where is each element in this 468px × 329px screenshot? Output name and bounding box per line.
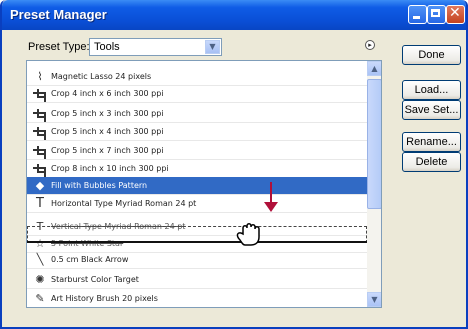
list-scrollbar[interactable]: ▲ ▼	[367, 61, 381, 307]
row-divider	[27, 140, 367, 141]
maximize-button[interactable]	[427, 5, 446, 24]
scroll-down-icon[interactable]: ▼	[367, 292, 381, 307]
panel-menu-icon[interactable]: ▸	[365, 40, 375, 50]
preset-list-item[interactable]: Crop 8 inch x 10 inch 300 ppi	[27, 160, 367, 178]
crop-icon	[33, 107, 47, 123]
row-divider	[27, 268, 367, 269]
preset-list-item[interactable]: Crop 5 inch x 3 inch 300 ppi	[27, 105, 367, 123]
rename-button[interactable]: Rename...	[402, 132, 461, 152]
scroll-thumb[interactable]	[367, 79, 381, 209]
minimize-icon	[413, 16, 420, 19]
drag-direction-arrow	[270, 182, 272, 204]
preset-list-item[interactable]: T Horizontal Type Myriad Roman 24 pt	[27, 195, 367, 213]
delete-button[interactable]: Delete	[402, 152, 461, 172]
crop-icon	[33, 144, 47, 160]
preset-name: Crop 5 inch x 4 inch 300 ppi	[51, 127, 164, 136]
load-button[interactable]: Load...	[402, 80, 461, 100]
minimize-button[interactable]	[408, 5, 427, 24]
maximize-icon	[431, 9, 440, 17]
drop-insertion-line	[27, 241, 367, 243]
crop-icon	[33, 87, 47, 103]
preset-type-select[interactable]: Tools ▼	[89, 38, 222, 56]
row-divider	[27, 102, 367, 103]
paint-bucket-icon: ◆	[35, 179, 45, 192]
preset-type-value: Tools	[94, 41, 120, 53]
preset-list-item[interactable]: ✎ Art History Brush 20 pixels	[27, 290, 367, 308]
preset-name: Crop 5 inch x 3 inch 300 ppi	[51, 109, 164, 118]
preset-name: Fill with Bubbles Pattern	[51, 181, 148, 190]
preset-name: Magnetic Lasso 24 pixels	[51, 72, 152, 81]
row-divider	[27, 288, 367, 289]
preset-name: Crop 8 inch x 10 inch 300 ppi	[51, 164, 169, 173]
title-bar: Preset Manager ✕	[2, 0, 466, 30]
preset-name: Crop 4 inch x 6 inch 300 ppi	[51, 89, 164, 98]
preset-name: 0.5 cm Black Arrow	[51, 255, 129, 264]
chevron-down-icon[interactable]: ▼	[205, 40, 220, 54]
grab-hand-cursor-icon	[236, 223, 260, 246]
scroll-up-icon[interactable]: ▲	[367, 61, 381, 76]
preset-type-label: Preset Type:	[28, 41, 90, 53]
preset-list-item[interactable]: ╲ 0.5 cm Black Arrow	[27, 251, 367, 269]
lasso-icon: ⌇	[37, 70, 43, 83]
crop-icon	[33, 125, 47, 141]
close-button[interactable]: ✕	[446, 5, 465, 24]
arrow-down-icon	[264, 202, 278, 212]
preset-name: Crop 5 inch x 7 inch 300 ppi	[51, 146, 164, 155]
preset-name: Starburst Color Target	[51, 275, 139, 284]
done-button[interactable]: Done	[402, 45, 461, 65]
preset-list-item[interactable]: ✺ Starburst Color Target	[27, 271, 367, 289]
preset-manager-window: Preset Manager ✕ Preset Type: Tools ▼ ▸ …	[0, 0, 468, 329]
preset-list[interactable]: ⌇ Magnetic Lasso 24 pixels Crop 4 inch x 6…	[26, 60, 382, 308]
preset-list-item[interactable]: Crop 5 inch x 4 inch 300 ppi	[27, 123, 367, 141]
crop-icon	[33, 162, 47, 178]
preset-name: Horizontal Type Myriad Roman 24 pt	[51, 199, 197, 208]
preset-list-item[interactable]: ⌇ Magnetic Lasso 24 pixels	[27, 68, 367, 86]
close-icon: ✕	[449, 5, 461, 21]
row-divider	[27, 307, 367, 308]
preset-list-item[interactable]: Crop 5 inch x 7 inch 300 ppi	[27, 142, 367, 160]
art-history-brush-icon: ✎	[35, 292, 45, 305]
save-set-button[interactable]: Save Set...	[402, 100, 461, 120]
preset-list-item[interactable]: ◆ Fill with Bubbles Pattern	[27, 177, 367, 195]
starburst-icon: ✺	[35, 273, 45, 286]
line-icon: ╲	[36, 253, 44, 266]
preset-name: Art History Brush 20 pixels	[51, 294, 158, 303]
preset-list-item[interactable]: Crop 4 inch x 6 inch 300 ppi	[27, 85, 367, 103]
window-title: Preset Manager	[10, 7, 107, 22]
row-divider	[27, 212, 367, 213]
type-icon: T	[36, 196, 44, 211]
